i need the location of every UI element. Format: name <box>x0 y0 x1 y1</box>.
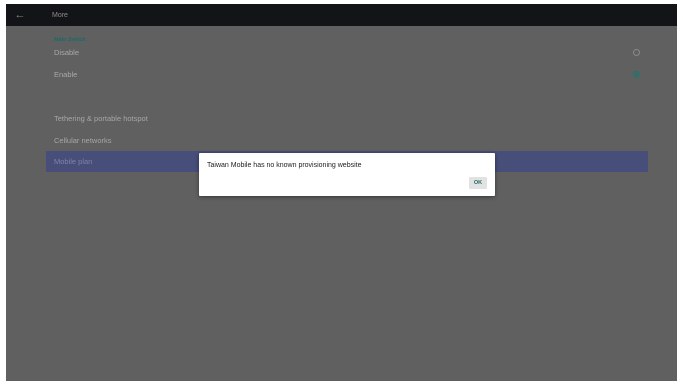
menu-item-tethering-label: Tethering & portable hotspot <box>54 114 148 123</box>
option-enable-label: Enable <box>54 69 78 79</box>
option-enable[interactable]: Enable <box>46 64 648 84</box>
app-bar: ← More <box>6 4 677 26</box>
settings-screen: ← More Main Switch Disable Enable Tether… <box>6 4 677 381</box>
settings-list: Main Switch Disable Enable Tethering & p… <box>6 26 677 381</box>
dialog-message: Taiwan Mobile has no known provisioning … <box>207 162 362 169</box>
page-title: More <box>52 11 68 19</box>
menu-item-cellular-networks[interactable]: Cellular networks <box>46 130 648 151</box>
menu-item-mobile-plan-label: Mobile plan <box>54 157 93 166</box>
arrow-left-icon: ← <box>14 9 26 21</box>
provisioning-dialog: Taiwan Mobile has no known provisioning … <box>199 153 495 196</box>
ok-button[interactable]: OK <box>469 177 487 189</box>
radio-enable-icon[interactable] <box>633 70 640 78</box>
option-disable[interactable]: Disable <box>46 42 648 62</box>
back-button[interactable]: ← <box>6 4 34 26</box>
radio-disable-icon[interactable] <box>633 48 640 56</box>
option-disable-label: Disable <box>54 47 80 57</box>
menu-item-cellular-label: Cellular networks <box>54 136 112 145</box>
menu-item-tethering[interactable]: Tethering & portable hotspot <box>46 108 648 129</box>
